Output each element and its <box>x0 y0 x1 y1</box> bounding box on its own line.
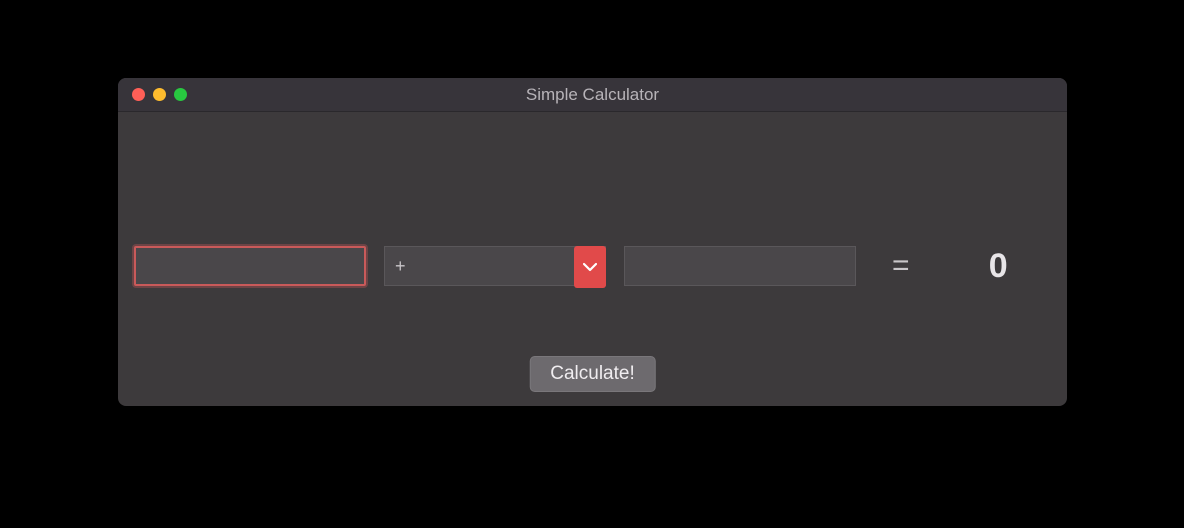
maximize-icon[interactable] <box>174 88 187 101</box>
titlebar: Simple Calculator <box>118 78 1067 112</box>
calculate-button-label: Calculate! <box>550 363 635 385</box>
traffic-lights <box>118 88 187 101</box>
app-window: Simple Calculator + = 0 Calculate! <box>118 78 1067 406</box>
operand2-input[interactable] <box>624 246 856 286</box>
operator-select[interactable]: + <box>384 246 606 286</box>
dropdown-button[interactable] <box>574 246 606 288</box>
calculate-button[interactable]: Calculate! <box>529 356 656 392</box>
result-value: 0 <box>946 247 1051 286</box>
chevron-down-icon <box>583 262 597 272</box>
close-icon[interactable] <box>132 88 145 101</box>
window-title: Simple Calculator <box>118 85 1067 105</box>
equals-sign: = <box>892 249 910 283</box>
operand1-input[interactable] <box>134 246 366 286</box>
minimize-icon[interactable] <box>153 88 166 101</box>
window-content: + = 0 Calculate! <box>118 112 1067 406</box>
calculator-row: + = 0 <box>134 246 1051 286</box>
operator-value: + <box>385 256 406 277</box>
